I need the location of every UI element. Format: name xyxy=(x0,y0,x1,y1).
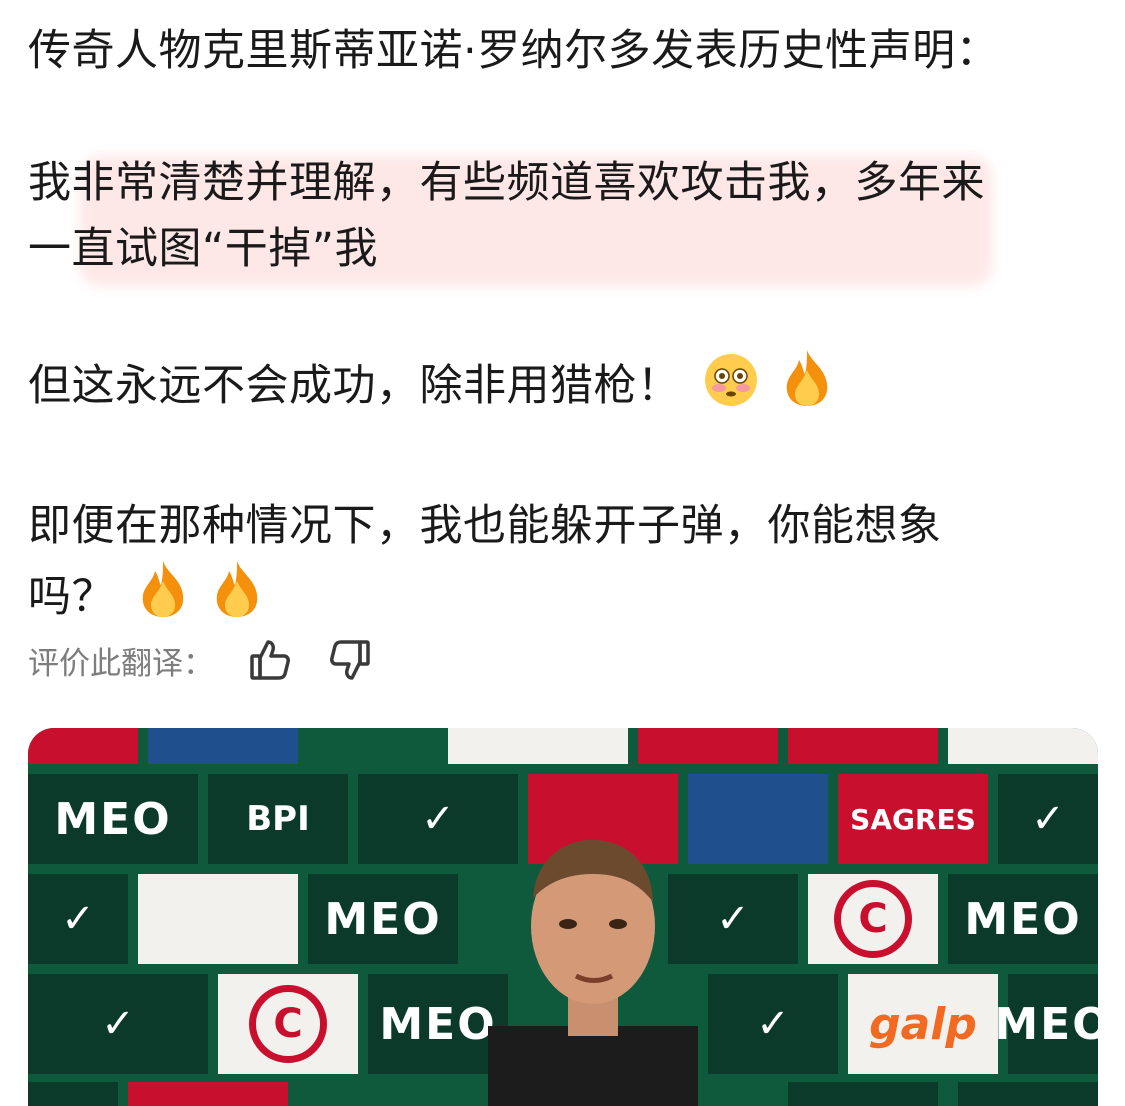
puma-logo: ✓ xyxy=(708,974,838,1074)
continente-logo: C xyxy=(218,974,358,1074)
post-title: 传奇人物克里斯蒂亚诺·罗纳尔多发表历史性声明： xyxy=(28,26,1000,76)
fire-icon xyxy=(211,559,263,638)
meo-logo: MEO xyxy=(948,874,1098,964)
bpi-logo: BPI xyxy=(208,774,348,864)
post-paragraph-1: 我非常清楚并理解，有些频道喜欢攻击我，多年来 一直试图“干掉”我 xyxy=(28,150,1098,282)
sponsor-tile xyxy=(128,1082,288,1106)
sponsor-tile xyxy=(958,1082,1098,1106)
post-paragraph-2-text: 但这永远不会成功，除非用猎枪！ xyxy=(28,361,681,411)
flushed-face-icon xyxy=(703,352,759,427)
post-paragraph-1-line-1: 我非常清楚并理解，有些频道喜欢攻击我，多年来 xyxy=(28,158,985,208)
puma-logo: ✓ xyxy=(28,974,208,1074)
sponsor-tile xyxy=(788,728,938,764)
post-paragraph-3: 即便在那种情况下，我也能躲开子弹，你能想象 吗？ xyxy=(28,493,1098,638)
thumbs-up-icon[interactable] xyxy=(246,636,294,684)
sponsor-tile xyxy=(688,774,828,864)
post-paragraph-3-line-1: 即便在那种情况下，我也能躲开子弹，你能想象 xyxy=(28,501,942,551)
sponsor-tile xyxy=(638,728,778,764)
sponsor-tile xyxy=(28,728,138,764)
fire-icon xyxy=(137,559,189,638)
post-paragraph-1-line-2: 一直试图“干掉”我 xyxy=(28,224,379,274)
post-body: 传奇人物克里斯蒂亚诺·罗纳尔多发表历史性声明： 我非常清楚并理解，有些频道喜欢攻… xyxy=(28,18,1098,638)
sponsor-tile xyxy=(948,728,1098,764)
sagres-logo: SAGRES xyxy=(838,774,988,864)
post-paragraph-2: 但这永远不会成功，除非用猎枪！ xyxy=(28,348,1098,427)
translation-rating: 评价此翻译： xyxy=(28,636,374,684)
translation-rating-label: 评价此翻译： xyxy=(28,645,214,682)
meo-logo: MEO xyxy=(308,874,458,964)
sponsor-tile xyxy=(788,1082,938,1106)
speaker-figure xyxy=(488,839,698,1106)
galp-logo: galp xyxy=(848,974,998,1074)
thumbs-down-icon[interactable] xyxy=(326,636,374,684)
sponsor-tile xyxy=(28,1082,118,1106)
puma-logo: ✓ xyxy=(998,774,1098,864)
puma-logo: ✓ xyxy=(28,874,128,964)
sponsor-tile xyxy=(148,728,298,764)
meo-logo: MEO xyxy=(28,774,198,864)
sponsor-tile xyxy=(448,728,628,764)
sponsor-tile xyxy=(138,874,298,964)
meo-logo: MEO xyxy=(994,974,1098,1074)
continente-logo: C xyxy=(808,874,938,964)
post-paragraph-3-line-2: 吗？ xyxy=(28,572,115,622)
fire-icon xyxy=(781,348,833,427)
press-conference-image[interactable]: MEO BPI ✓ SAGRES ✓ ✓ MEO ✓ C MEO ✓ C MEO… xyxy=(28,728,1098,1106)
meo-logo: MEO xyxy=(368,974,508,1074)
